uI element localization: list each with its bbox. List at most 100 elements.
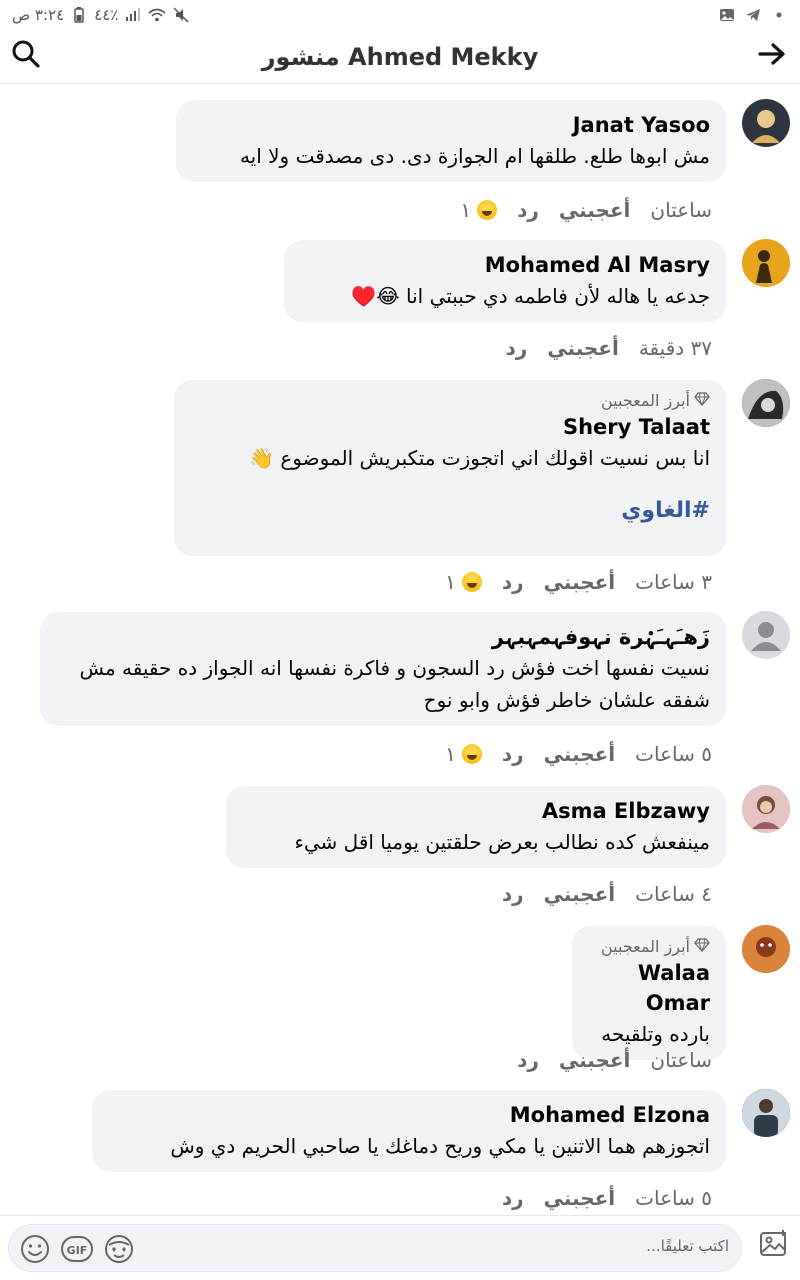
reply-button[interactable]: رد: [502, 882, 524, 906]
haha-reaction-icon: [461, 572, 482, 592]
reaction-count: ١: [460, 198, 472, 222]
wifi-icon: [148, 6, 166, 24]
emoji-button[interactable]: [17, 1233, 53, 1269]
top-fan-label: أبرز المعجبين: [601, 391, 690, 410]
hashtag-link[interactable]: #الغاوي: [190, 496, 710, 526]
comment-bubble[interactable]: Mohamed Al Masry جدعه يا هاله لأن فاطمه …: [284, 240, 726, 322]
comment-composer: اكتب تعليقًا... GIF: [0, 1215, 800, 1280]
reaction-count: ١: [445, 742, 456, 766]
back-button[interactable]: [754, 38, 790, 74]
battery-level: ٤٤٪: [94, 6, 119, 24]
reply-button[interactable]: رد: [502, 570, 524, 594]
comment-author[interactable]: Janat Yasoo: [192, 110, 710, 140]
comment-actions: ٥ ساعات أعجبني رد ١: [445, 739, 712, 769]
comment-text: نسيت نفسها اخت فؤش رد السجون و فاكرة نفس…: [79, 656, 710, 712]
sticker-button[interactable]: [101, 1233, 137, 1269]
comment-input-placeholder: اكتب تعليقًا...: [646, 1237, 729, 1255]
like-button[interactable]: أعجبني: [544, 570, 616, 594]
comment-author[interactable]: Mohamed Al Masry: [300, 250, 710, 280]
arrow-right-icon: [758, 42, 786, 70]
haha-reaction-icon: [477, 200, 498, 220]
comment-actions: ٣ ساعات أعجبني رد ١: [445, 567, 712, 597]
comment-text: مينفعش كده نطالب بعرض حلقتين يوميا اقل ش…: [294, 830, 710, 854]
comment-bubble[interactable]: أبرز المعجبين Shery Talaat انا بس نسيت ا…: [174, 380, 726, 556]
comment-actions: ٥ ساعات أعجبني رد: [502, 1183, 712, 1213]
reply-button[interactable]: رد: [502, 742, 524, 766]
comment-time[interactable]: ساعتان: [650, 1048, 712, 1072]
photo-button[interactable]: [754, 1226, 794, 1266]
comment-bubble[interactable]: Janat Yasoo مش ابوها طلع. طلقها ام الجوا…: [176, 100, 726, 182]
header: منشور Ahmed Mekky: [0, 30, 800, 84]
comment-actions: ٣٧ دقيقة أعجبني رد: [506, 333, 712, 363]
gif-icon: GIF: [60, 1234, 94, 1268]
comment-time[interactable]: ٥ ساعات: [635, 742, 712, 766]
top-fan-label: أبرز المعجبين: [601, 937, 690, 956]
gif-button[interactable]: GIF: [59, 1233, 95, 1269]
diamond-icon: [694, 390, 710, 412]
comment-time[interactable]: ٣٧ دقيقة: [639, 336, 712, 360]
avatar[interactable]: [742, 379, 790, 427]
reply-button[interactable]: رد: [506, 336, 528, 360]
comments-list: Janat Yasoo مش ابوها طلع. طلقها ام الجوا…: [0, 85, 800, 1215]
comment-text: انا بس نسيت اقولك اني اتجوزت متكبريش الم…: [249, 446, 710, 470]
status-bar: ٣:٢٤ ص ٤٤٪: [0, 0, 800, 30]
comment-author[interactable]: Walaa Omar: [588, 958, 710, 1018]
comment-bubble[interactable]: أبرز المعجبين Walaa Omar بارده وتلقيحه: [572, 926, 726, 1060]
comment-author[interactable]: زَهـَہـَہْرة نہوفہمہبہر: [56, 622, 710, 652]
reply-button[interactable]: رد: [517, 198, 539, 222]
reaction-summary[interactable]: ١: [460, 198, 498, 222]
comment-author[interactable]: Shery Talaat: [190, 412, 710, 442]
comment-bubble[interactable]: Mohamed Elzona اتجوزهم هما الاتنين يا مك…: [92, 1090, 726, 1172]
sticker-icon: [103, 1234, 135, 1268]
top-fan-badge: أبرز المعجبين: [588, 936, 710, 958]
comment-time[interactable]: ٣ ساعات: [635, 570, 712, 594]
reaction-count: ١: [445, 570, 456, 594]
comment-actions: ساعتان أعجبني رد ١: [460, 195, 712, 225]
dot-icon: [770, 6, 788, 24]
comment-input[interactable]: اكتب تعليقًا... GIF: [8, 1224, 742, 1272]
like-button[interactable]: أعجبني: [559, 198, 631, 222]
page-title: منشور Ahmed Mekky: [261, 42, 539, 71]
comment-text: مش ابوها طلع. طلقها ام الجوازة دى. دى مص…: [239, 144, 710, 168]
comment-time[interactable]: ٤ ساعات: [635, 882, 712, 906]
photo-notification-icon: [718, 6, 736, 24]
reaction-summary[interactable]: ١: [445, 742, 482, 766]
status-left: ٣:٢٤ ص ٤٤٪: [12, 6, 190, 24]
avatar[interactable]: [742, 785, 790, 833]
mute-icon: [172, 6, 190, 24]
comment-bubble[interactable]: زَهـَہـَہْرة نہوفہمہبہر نسيت نفسها اخت ف…: [40, 612, 726, 726]
status-right: [718, 6, 788, 24]
avatar[interactable]: [742, 99, 790, 147]
telegram-icon: [744, 6, 762, 24]
comment-actions: ٤ ساعات أعجبني رد: [502, 879, 712, 909]
status-time: ٣:٢٤ ص: [12, 6, 65, 24]
diamond-icon: [694, 936, 710, 958]
like-button[interactable]: أعجبني: [547, 336, 619, 360]
comment-bubble[interactable]: Asma Elbzawy مينفعش كده نطالب بعرض حلقتي…: [226, 786, 726, 868]
reaction-summary[interactable]: ١: [445, 570, 482, 594]
battery-icon: [70, 6, 88, 24]
reply-button[interactable]: رد: [517, 1048, 539, 1072]
comment-author[interactable]: Mohamed Elzona: [108, 1100, 710, 1130]
svg-text:GIF: GIF: [67, 1244, 88, 1257]
avatar[interactable]: [742, 925, 790, 973]
avatar[interactable]: [742, 239, 790, 287]
smiley-icon: [20, 1234, 50, 1268]
like-button[interactable]: أعجبني: [559, 1048, 631, 1072]
avatar[interactable]: [742, 611, 790, 659]
like-button[interactable]: أعجبني: [544, 882, 616, 906]
comment-author[interactable]: Asma Elbzawy: [242, 796, 710, 826]
comment-time[interactable]: ساعتان: [650, 198, 712, 222]
like-button[interactable]: أعجبني: [544, 1186, 616, 1210]
like-button[interactable]: أعجبني: [544, 742, 616, 766]
avatar[interactable]: [742, 1089, 790, 1137]
comment-text: جدعه يا هاله لأن فاطمه دي حببتي انا 😂♥️: [351, 284, 710, 308]
signal-icon: [124, 6, 142, 24]
top-fan-badge: أبرز المعجبين: [190, 390, 710, 412]
photo-icon: [758, 1228, 790, 1264]
haha-reaction-icon: [461, 744, 482, 764]
comment-text: اتجوزهم هما الاتنين يا مكي وريح دماغك يا…: [170, 1134, 710, 1158]
comment-time[interactable]: ٥ ساعات: [635, 1186, 712, 1210]
comment-actions: ساعتان أعجبني رد: [517, 1045, 712, 1075]
reply-button[interactable]: رد: [502, 1186, 524, 1210]
